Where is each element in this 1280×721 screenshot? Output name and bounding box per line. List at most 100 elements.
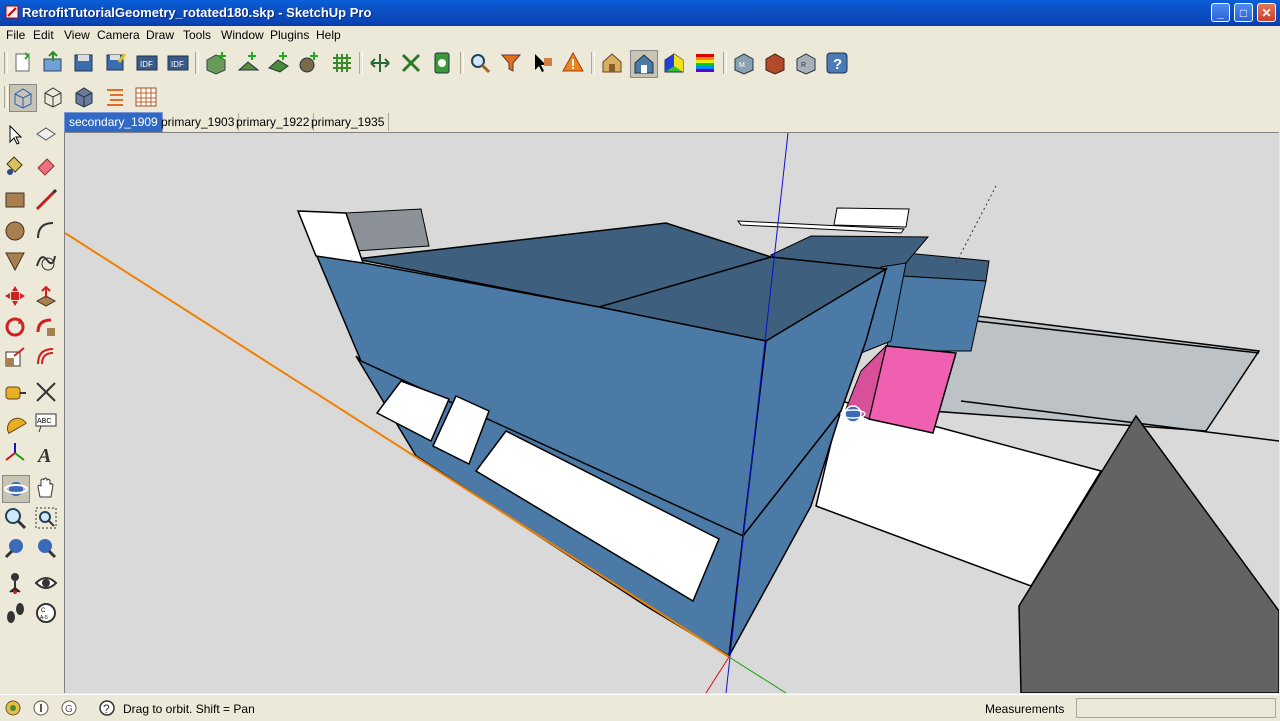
menu-file[interactable]: File bbox=[6, 28, 25, 42]
gray-roof-panel[interactable] bbox=[345, 208, 430, 252]
position-camera-icon[interactable] bbox=[2, 570, 28, 596]
eraser-icon[interactable] bbox=[33, 152, 59, 178]
orbit-icon[interactable] bbox=[2, 475, 30, 503]
measurements-label: Measurements bbox=[985, 702, 1065, 716]
select-info-icon[interactable] bbox=[529, 50, 555, 76]
axes-icon[interactable] bbox=[2, 440, 28, 466]
gray-shading-surface[interactable] bbox=[930, 310, 1261, 432]
scene-tab-primary-1935[interactable]: primary_1935 bbox=[307, 113, 390, 131]
idf-open-icon[interactable]: IDF bbox=[165, 50, 191, 76]
warning-icon[interactable] bbox=[560, 50, 586, 76]
new-daylighting-icon[interactable] bbox=[329, 50, 355, 76]
render-by-class-icon[interactable] bbox=[599, 50, 625, 76]
arc-icon[interactable] bbox=[33, 218, 59, 244]
views-toolbar bbox=[0, 80, 170, 112]
render-by-construction-icon[interactable] bbox=[630, 50, 658, 78]
save-icon[interactable] bbox=[71, 50, 97, 76]
room-view-icon[interactable]: R bbox=[793, 50, 819, 76]
component-view-icon[interactable] bbox=[762, 50, 788, 76]
svg-text:IDF: IDF bbox=[140, 60, 153, 69]
previous-view-icon[interactable] bbox=[2, 535, 28, 561]
section-plane-icon[interactable]: C A-5 bbox=[33, 600, 59, 626]
neighbor-building[interactable] bbox=[1018, 414, 1279, 693]
wireframe-icon[interactable] bbox=[40, 84, 66, 110]
instructor-help-icon[interactable]: ? bbox=[98, 699, 116, 717]
menu-edit[interactable]: Edit bbox=[33, 28, 54, 42]
model-scene[interactable] bbox=[65, 133, 1279, 693]
render-by-boundary-icon[interactable] bbox=[661, 50, 687, 76]
tape-measure-icon[interactable] bbox=[2, 379, 28, 405]
maximize-button[interactable]: □ bbox=[1234, 3, 1253, 22]
minimize-button[interactable]: _ bbox=[1211, 3, 1230, 22]
schedule-icon[interactable] bbox=[133, 84, 159, 110]
new-space-icon[interactable] bbox=[203, 50, 229, 76]
3d-text-icon[interactable]: A bbox=[33, 440, 59, 467]
toolbar-grip[interactable] bbox=[4, 86, 8, 108]
menu-plugins[interactable]: Plugins bbox=[270, 28, 309, 42]
offset-icon[interactable] bbox=[33, 344, 59, 370]
scene-tab-primary-1903[interactable]: primary_1903 bbox=[157, 113, 240, 131]
polygon-icon[interactable] bbox=[2, 248, 28, 274]
menu-help[interactable]: Help bbox=[316, 28, 341, 42]
zoom-window-icon[interactable] bbox=[33, 505, 59, 531]
model-view-icon[interactable]: M bbox=[731, 50, 757, 76]
tool-palette: ABC A C A-5 bbox=[0, 112, 64, 692]
geo-location-icon[interactable] bbox=[4, 699, 22, 717]
new-shading-icon[interactable] bbox=[266, 50, 292, 76]
menu-view[interactable]: View bbox=[64, 28, 90, 42]
pan-icon[interactable] bbox=[33, 475, 59, 501]
paint-bucket-icon[interactable] bbox=[2, 152, 28, 178]
select-icon[interactable] bbox=[2, 122, 28, 148]
new-file-icon[interactable] bbox=[10, 50, 36, 76]
text-tool-icon[interactable]: ABC bbox=[33, 409, 59, 435]
save-as-icon[interactable] bbox=[103, 50, 129, 76]
walk-icon[interactable] bbox=[2, 600, 28, 626]
xray-icon[interactable] bbox=[9, 84, 37, 112]
measurements-input[interactable] bbox=[1076, 698, 1276, 718]
menu-window[interactable]: Window bbox=[221, 28, 264, 42]
freehand-icon[interactable] bbox=[33, 248, 59, 274]
make-component-icon[interactable] bbox=[33, 122, 59, 148]
svg-text:ABC: ABC bbox=[37, 418, 51, 425]
toolbar-grip[interactable] bbox=[4, 52, 8, 74]
run-simulation-icon[interactable] bbox=[429, 50, 455, 76]
close-button[interactable]: ✕ bbox=[1257, 3, 1276, 22]
scene-tab-secondary-1909[interactable]: secondary_1909 bbox=[64, 112, 163, 134]
new-surface-icon[interactable] bbox=[236, 50, 262, 76]
render-by-data-icon[interactable] bbox=[692, 50, 718, 76]
menu-camera[interactable]: Camera bbox=[97, 28, 140, 42]
sketchup-app-icon[interactable] bbox=[5, 5, 19, 19]
look-around-icon[interactable] bbox=[33, 570, 59, 596]
circle-icon[interactable] bbox=[2, 218, 28, 244]
move-icon[interactable] bbox=[2, 283, 28, 309]
shaded-icon[interactable] bbox=[71, 84, 97, 110]
filter-icon[interactable] bbox=[498, 50, 524, 76]
follow-me-icon[interactable] bbox=[33, 314, 59, 340]
model-viewport[interactable] bbox=[64, 132, 1279, 693]
zoom-icon[interactable] bbox=[2, 505, 28, 531]
scene-tab-primary-1922[interactable]: primary_1922 bbox=[232, 113, 315, 131]
idf-new-icon[interactable]: IDF bbox=[134, 50, 160, 76]
menu-draw[interactable]: Draw bbox=[146, 28, 174, 42]
toolbar-separator bbox=[359, 52, 363, 74]
zoom-extents-icon[interactable] bbox=[33, 535, 59, 561]
roof-white-panel[interactable] bbox=[833, 207, 910, 228]
rectangle-icon[interactable] bbox=[2, 187, 28, 213]
push-pull-icon[interactable] bbox=[33, 283, 59, 309]
new-illuminance-icon[interactable] bbox=[296, 50, 322, 76]
menu-tools[interactable]: Tools bbox=[183, 28, 211, 42]
surface-matching-icon[interactable] bbox=[367, 50, 393, 76]
protractor-icon[interactable] bbox=[2, 409, 28, 435]
scale-icon[interactable] bbox=[2, 344, 28, 370]
inspector-icon[interactable] bbox=[467, 50, 493, 76]
line-icon[interactable] bbox=[33, 187, 59, 213]
account-icon[interactable]: G bbox=[60, 699, 78, 717]
outliner-icon[interactable] bbox=[102, 84, 128, 110]
credits-icon[interactable] bbox=[32, 699, 50, 717]
tools-icon[interactable] bbox=[398, 50, 424, 76]
open-file-icon[interactable] bbox=[40, 50, 66, 76]
help-icon[interactable]: ? bbox=[824, 50, 850, 76]
dimension-icon[interactable] bbox=[33, 379, 59, 405]
rotate-icon[interactable] bbox=[2, 314, 28, 340]
green-axis bbox=[728, 656, 787, 693]
